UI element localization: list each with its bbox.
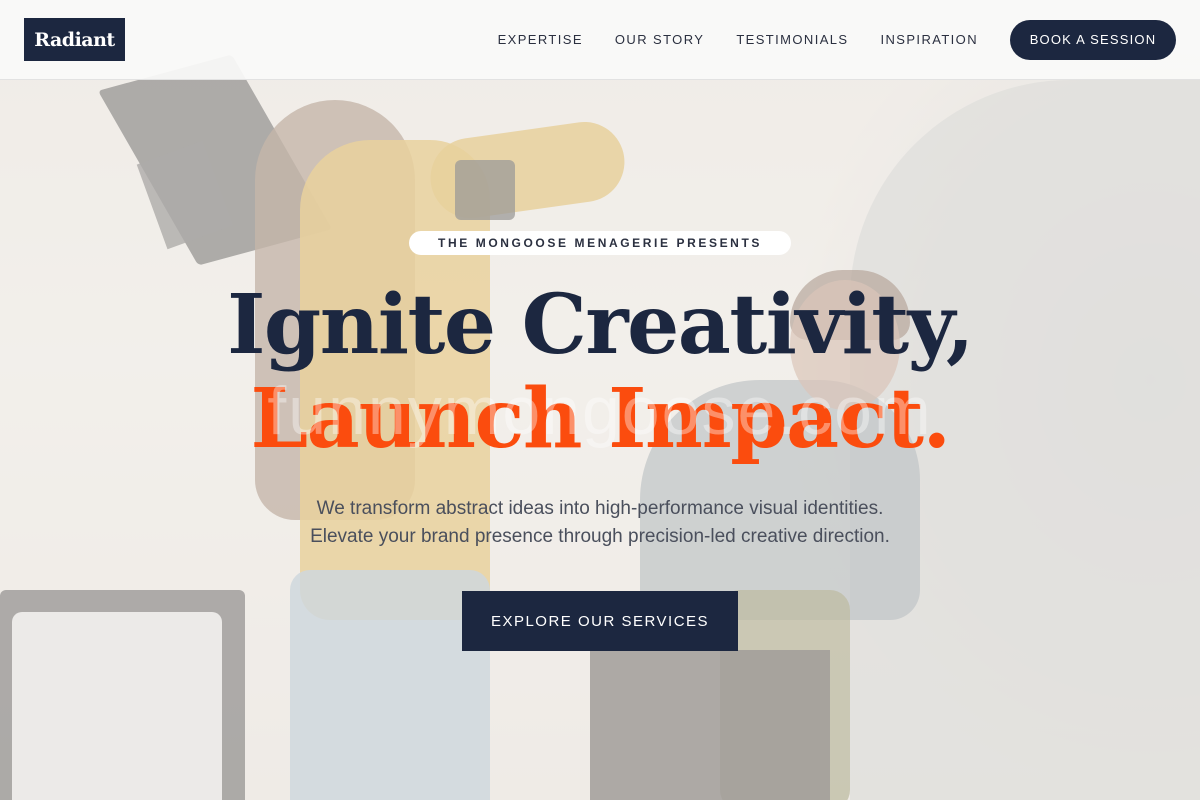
brand-logo[interactable]: Radiant: [24, 18, 125, 61]
headline-line-1: Ignite Creativity,: [227, 277, 974, 373]
hero-headline: Ignite Creativity, Launch Impact.: [0, 278, 1200, 466]
hero-subtext-line-2: Elevate your brand presence through prec…: [310, 526, 890, 547]
nav-link-testimonials[interactable]: TESTIMONIALS: [736, 32, 848, 47]
main-nav: EXPERTISE OUR STORY TESTIMONIALS INSPIRA…: [498, 19, 1176, 60]
headline-line-2: Launch Impact.: [250, 371, 951, 467]
nav-link-expertise[interactable]: EXPERTISE: [498, 32, 583, 47]
hero-subtext: We transform abstract ideas into high-pe…: [0, 495, 1200, 551]
site-header: Radiant EXPERTISE OUR STORY TESTIMONIALS…: [0, 0, 1200, 80]
hero-subtext-line-1: We transform abstract ideas into high-pe…: [316, 498, 884, 519]
nav-link-inspiration[interactable]: INSPIRATION: [880, 32, 978, 47]
nav-link-our-story[interactable]: OUR STORY: [615, 32, 704, 47]
hero-eyebrow-badge: THE MONGOOSE MENAGERIE PRESENTS: [409, 231, 791, 255]
explore-services-button[interactable]: EXPLORE OUR SERVICES: [462, 591, 738, 651]
book-session-button[interactable]: BOOK A SESSION: [1010, 19, 1176, 60]
